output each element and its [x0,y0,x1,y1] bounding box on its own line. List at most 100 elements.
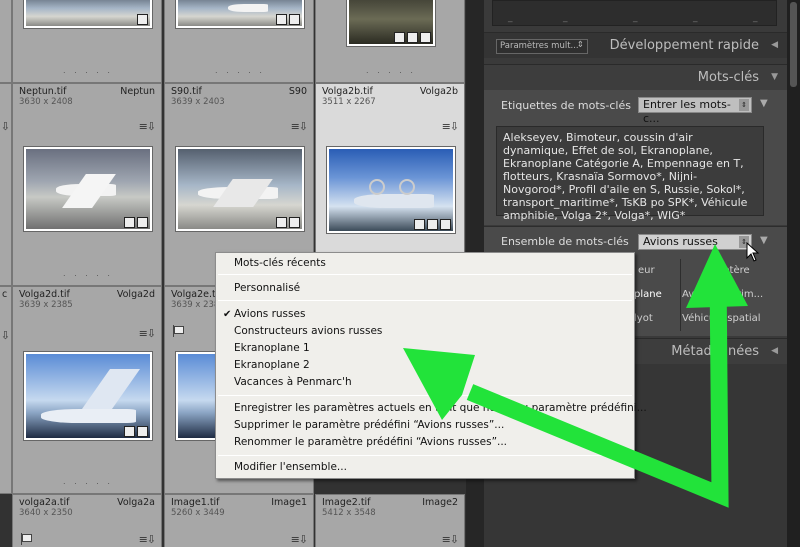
menu-item-ekranoplane-1[interactable]: Ekranoplane 1 [234,340,310,356]
file-label: Volga2a [117,497,155,508]
keyword-set-item[interactable]: eur [638,265,655,276]
keyword-set-item[interactable]: Véhicule spatial [682,313,761,324]
thumbnail[interactable] [175,0,305,29]
menu-item-ekranoplane-2[interactable]: Ekranoplane 2 [234,357,310,373]
thumbnail[interactable] [326,146,456,234]
grid-cell[interactable]: Volga2d.tif Volga2d 3639 x 2385 ≡⇩ . . . … [12,286,162,494]
keyword-tags-label: Etiquettes de mots-clés [501,99,631,112]
keyword-set-dropdown-menu: Mots-clés récents Personnalisé ✔ Avions … [215,252,647,479]
menu-item-recent-keywords[interactable]: Mots-clés récents [234,255,326,271]
develop-badge-icon [137,426,148,437]
develop-badge-icon [420,32,431,43]
keyword-tags-mode-select[interactable]: Entrer les mots-c... ⇕ [638,97,752,125]
grid-cell[interactable]: Image2.tif Image2 5412 x 3548 ≡⇩ [315,494,465,547]
quick-develop-title: Développement rapide [609,38,759,53]
menu-separator [218,274,632,275]
develop-badge-icon [137,217,148,228]
file-dimensions: 3639 x 238 [171,300,220,310]
grid-cell[interactable]: . . . . . [315,0,465,83]
chevron-icon: ⇕ [739,99,749,111]
grid-cell[interactable]: Neptun.tif Neptun 3630 x 2408 ≡⇩ . . . . … [12,83,162,286]
metadata-badge-icon [124,217,135,228]
thumbnail[interactable] [23,351,153,441]
crop-badge-icon [289,14,300,25]
metadata-badge-icon [124,426,135,437]
grid-cell[interactable]: . . . . . [12,0,162,83]
collapse-left-icon[interactable]: ◀ [771,40,778,50]
file-label: Image2 [422,497,458,508]
thumbnail[interactable] [175,146,305,232]
cell-dots: . . . . . [63,66,113,75]
menu-item-edit-set[interactable]: Modifier l'ensemble... [234,459,347,475]
file-name: Image1.tif [171,497,220,508]
thumbnail[interactable] [346,0,436,47]
menu-item-custom[interactable]: Personnalisé [234,280,300,296]
thumbnail[interactable] [23,0,153,29]
metadata-title: Métadonnées [671,344,759,359]
flag-arrow-icon[interactable]: ⇩ [1,120,10,133]
metadata-badge-icon [414,219,425,230]
rotate-menu-icon[interactable]: ≡⇩ [442,120,459,133]
file-dimensions: 3639 x 2403 [171,97,225,107]
menu-item-rename-preset[interactable]: Renommer le paramètre prédéfini “Avions … [234,434,507,450]
menu-separator [218,455,632,456]
file-name: volga2a.tif [19,497,70,508]
file-name: Neptun.tif [19,86,67,97]
file-label: Image1 [271,497,307,508]
develop-badge-icon [289,217,300,228]
file-name: Image2.tif [322,497,371,508]
develop-badge-icon [440,219,451,230]
grid-cell[interactable]: . . . . . [164,0,314,83]
flag-arrow-icon[interactable]: ⇩ [1,329,10,342]
thumbnail[interactable] [23,146,153,232]
rotate-menu-icon[interactable]: ≡⇩ [442,533,459,546]
cell-dots: . . . . . [366,66,416,75]
file-label: Volga2d [116,289,155,300]
keyword-set-item[interactable]: licoptère [706,265,750,276]
expand-down-icon[interactable]: ▼ [760,235,768,246]
grid-cell-partial[interactable] [0,0,12,83]
collapse-left-icon[interactable]: ◀ [771,346,778,356]
grid-cell[interactable]: volga2a.tif Volga2a 3640 x 2350 ≡⇩ [12,494,162,547]
menu-item-save-preset[interactable]: Enregistrer les paramètres actuels en ta… [234,400,647,416]
keyword-set-item[interactable]: Avion expérim... [682,289,763,300]
grid-cell-partial[interactable]: ⇩ [0,83,12,286]
file-dimensions: 3630 x 2408 [19,97,73,107]
histogram-strip: _ _ _ _ _ [492,0,777,26]
menu-item-avions-russes[interactable]: Avions russes [234,306,305,322]
expand-down-icon[interactable]: ▼ [760,98,768,109]
keyword-set-item[interactable]: lyot [634,313,653,324]
flag-icon[interactable] [21,533,32,545]
keyword-set-item[interactable]: plane [634,289,662,300]
file-dimensions: 5412 x 3548 [322,508,376,518]
menu-item-vacances[interactable]: Vacances à Penmarc'h [234,374,352,390]
file-name: S90.tif [171,86,202,97]
grid-cell[interactable]: Image1.tif Image1 5260 x 3449 ≡⇩ [164,494,314,547]
keywords-header[interactable]: Mots-clés ▼ [484,64,787,90]
keywords-textarea[interactable]: Alekseyev, Bimoteur, coussin d'air dynam… [496,126,764,222]
keywords-title: Mots-clés [697,70,759,85]
rotate-menu-icon[interactable]: ≡⇩ [139,120,156,133]
rotate-menu-icon[interactable]: ≡⇩ [291,120,308,133]
flag-icon[interactable] [173,325,184,337]
expand-down-icon[interactable]: ▼ [771,72,778,82]
metadata-badge-icon [276,14,287,25]
file-dimensions: 3639 x 2385 [19,300,73,310]
file-dimensions: 3511 x 2267 [322,97,376,107]
file-dimensions: 3640 x 2350 [19,508,73,518]
preset-button[interactable]: Paramètres mult... ⇕ [496,39,588,54]
mouse-cursor-icon [746,242,760,262]
file-label: S90 [288,86,307,97]
menu-item-delete-preset[interactable]: Supprimer le paramètre prédéfini “Avions… [234,417,504,433]
scrollbar-thumb[interactable] [790,2,797,87]
grid-cell-partial[interactable]: c ⇩ [0,286,12,494]
rotate-menu-icon[interactable]: ≡⇩ [291,533,308,546]
rotate-menu-icon[interactable]: ≡⇩ [139,533,156,546]
rotate-menu-icon[interactable]: ≡⇩ [139,327,156,340]
panel-scrollbar[interactable] [787,0,800,547]
keyword-set-label: Ensemble de mots-clés [501,235,629,248]
crop-badge-icon [407,32,418,43]
quick-develop-header[interactable]: Paramètres mult... ⇕ Développement rapide… [484,32,787,58]
keyword-set-select[interactable]: Avions russes ⇕ [638,234,752,250]
menu-item-constructeurs[interactable]: Constructeurs avions russes [234,323,382,339]
